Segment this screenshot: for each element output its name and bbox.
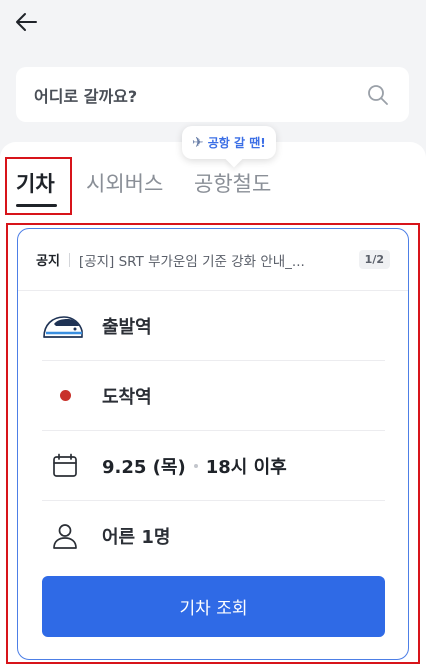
tab-highlight-box bbox=[5, 157, 72, 215]
notice-text[interactable]: [공지] SRT 부가운임 기준 강화 안내_... bbox=[79, 250, 359, 270]
date-time: 18시 이후 bbox=[205, 456, 287, 478]
airplane-icon: ✈ bbox=[192, 134, 204, 151]
date-day: 9.25 (목) bbox=[102, 456, 186, 478]
search-icon[interactable] bbox=[365, 82, 391, 108]
airport-tooltip: ✈ 공항 갈 땐! bbox=[182, 126, 276, 159]
back-button[interactable] bbox=[10, 8, 42, 40]
search-train-button[interactable]: 기차 조회 bbox=[42, 576, 385, 637]
person-icon bbox=[42, 516, 88, 556]
notice-divider bbox=[68, 252, 70, 267]
train-icon bbox=[42, 306, 88, 346]
tab-intercity-bus[interactable]: 시외버스 bbox=[86, 168, 163, 198]
search-placeholder[interactable]: 어디로 갈까요? bbox=[34, 83, 365, 107]
date-value: 9.25 (목) 18시 이후 bbox=[102, 453, 287, 479]
date-separator bbox=[193, 463, 198, 468]
arrival-dot-icon bbox=[42, 376, 88, 416]
notice-banner[interactable]: 공지 [공지] SRT 부가운임 기준 강화 안내_... 1/2 bbox=[18, 229, 408, 291]
search-input[interactable]: 어디로 갈까요? bbox=[16, 67, 409, 122]
passengers-row[interactable]: 어른 1명 bbox=[42, 501, 385, 571]
tooltip-text: 공항 갈 땐! bbox=[207, 136, 266, 150]
date-row[interactable]: 9.25 (목) 18시 이후 bbox=[42, 431, 385, 501]
arrow-left-icon[interactable] bbox=[14, 11, 38, 37]
departure-station-row[interactable]: 출발역 bbox=[42, 291, 385, 361]
calendar-icon bbox=[42, 446, 88, 486]
passengers-label: 어른 1명 bbox=[102, 527, 171, 548]
arrival-station-label: 도착역 bbox=[102, 386, 152, 408]
tab-airport-railroad[interactable]: 공항철도 bbox=[194, 168, 271, 198]
notice-tag: 공지 bbox=[36, 254, 60, 269]
notice-page-badge: 1/2 bbox=[358, 250, 390, 269]
departure-station-label: 출발역 bbox=[102, 316, 152, 338]
arrival-station-row[interactable]: 도착역 bbox=[42, 361, 385, 431]
top-bar bbox=[0, 0, 426, 52]
train-search-card: 공지 [공지] SRT 부가운임 기준 강화 안내_... 1/2 출발역 도착… bbox=[17, 228, 409, 660]
